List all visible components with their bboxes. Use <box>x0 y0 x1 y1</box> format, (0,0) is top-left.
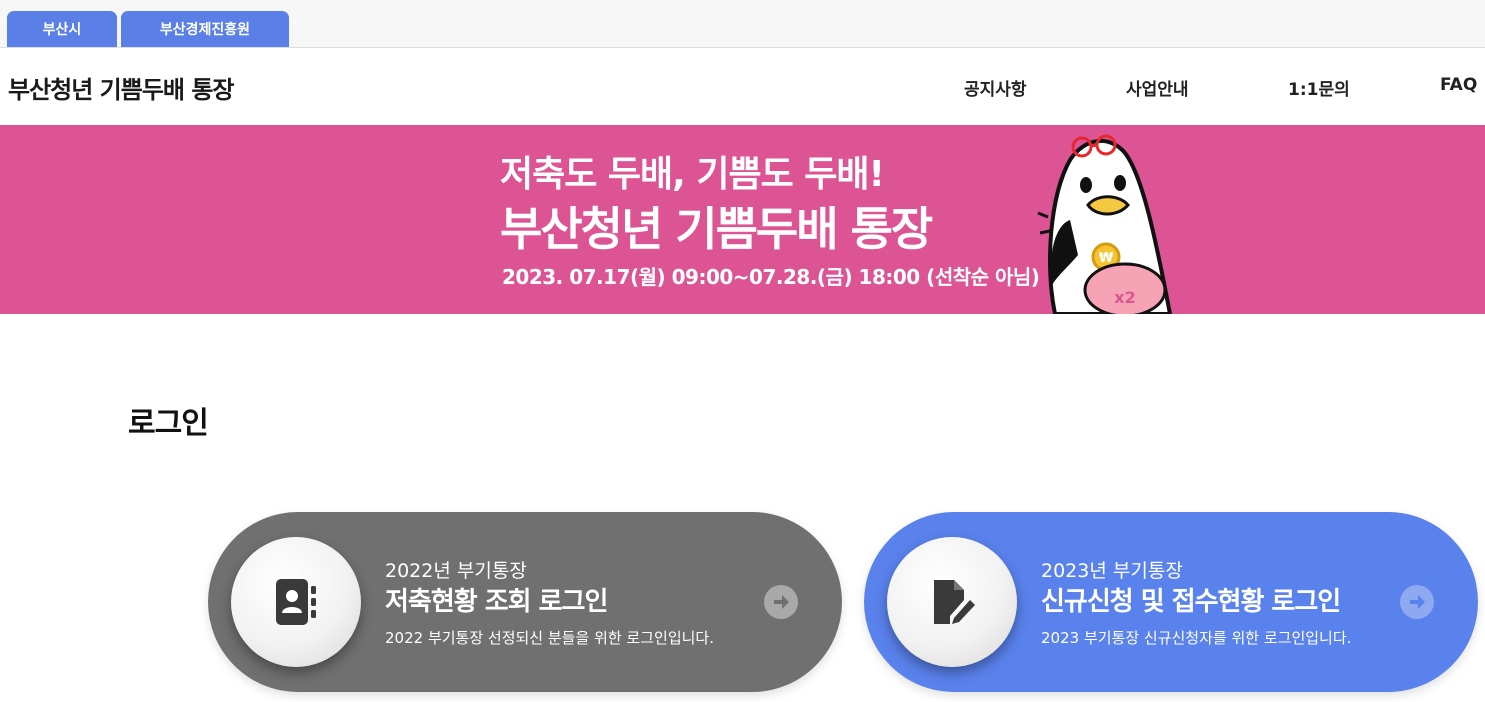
coin-symbol: ₩ <box>1099 251 1114 266</box>
login-card-2023[interactable]: 2023년 부기통장 신규신청 및 접수현황 로그인 2023 부기통장 신규신… <box>864 512 1478 692</box>
arrow-right-circle-icon[interactable] <box>764 585 798 619</box>
top-tab-bar: 부산시 부산경제진흥원 <box>0 0 1485 48</box>
arrow-right-circle-icon[interactable] <box>1400 585 1434 619</box>
card-description: 2023 부기통장 신규신청자를 위한 로그인입니다. <box>1041 629 1352 647</box>
promo-banner: 저축도 두배, 기쁨도 두배! 부산청년 기쁨두배 통장 2023. 07.17… <box>0 125 1485 314</box>
card-icon-circle <box>887 537 1017 667</box>
card-heading: 신규신청 및 접수현황 로그인 <box>1041 587 1341 617</box>
address-book-icon <box>276 579 316 625</box>
banner-period: 2023. 07.17(월) 09:00~07.28.(금) 18:00 (선착… <box>502 265 1040 289</box>
nav-inquiry[interactable]: 1:1문의 <box>1288 75 1350 100</box>
card-description: 2022 부기통장 선정되신 분들을 위한 로그인입니다. <box>385 629 714 647</box>
card-year-label: 2023년 부기통장 <box>1041 560 1183 582</box>
site-header: 부산청년 기쁨두배 통장 공지사항 사업안내 1:1문의 FAQ <box>0 48 1485 125</box>
banner-tagline: 저축도 두배, 기쁨도 두배! <box>500 154 885 195</box>
tab-busan-economic-agency[interactable]: 부산경제진흥원 <box>121 11 289 47</box>
nav-notice[interactable]: 공지사항 <box>964 75 1027 100</box>
banner-title: 부산청년 기쁨두배 통장 <box>500 202 933 256</box>
tab-busan-city[interactable]: 부산시 <box>7 11 117 47</box>
file-signature-icon <box>934 580 975 624</box>
card-heading: 저축현황 조회 로그인 <box>385 587 608 617</box>
seagull-mascot-illustration: ₩ x2 <box>1037 134 1173 314</box>
login-card-2022[interactable]: 2022년 부기통장 저축현황 조회 로그인 2022 부기통장 선정되신 분들… <box>208 512 842 692</box>
site-title[interactable]: 부산청년 기쁨두배 통장 <box>8 70 235 105</box>
login-heading: 로그인 <box>128 406 209 441</box>
nav-faq[interactable]: FAQ <box>1440 75 1477 95</box>
card-icon-circle <box>231 537 361 667</box>
pig-label: x2 <box>1114 288 1135 307</box>
nav-business-guide[interactable]: 사업안내 <box>1126 75 1189 100</box>
card-year-label: 2022년 부기통장 <box>385 560 527 582</box>
